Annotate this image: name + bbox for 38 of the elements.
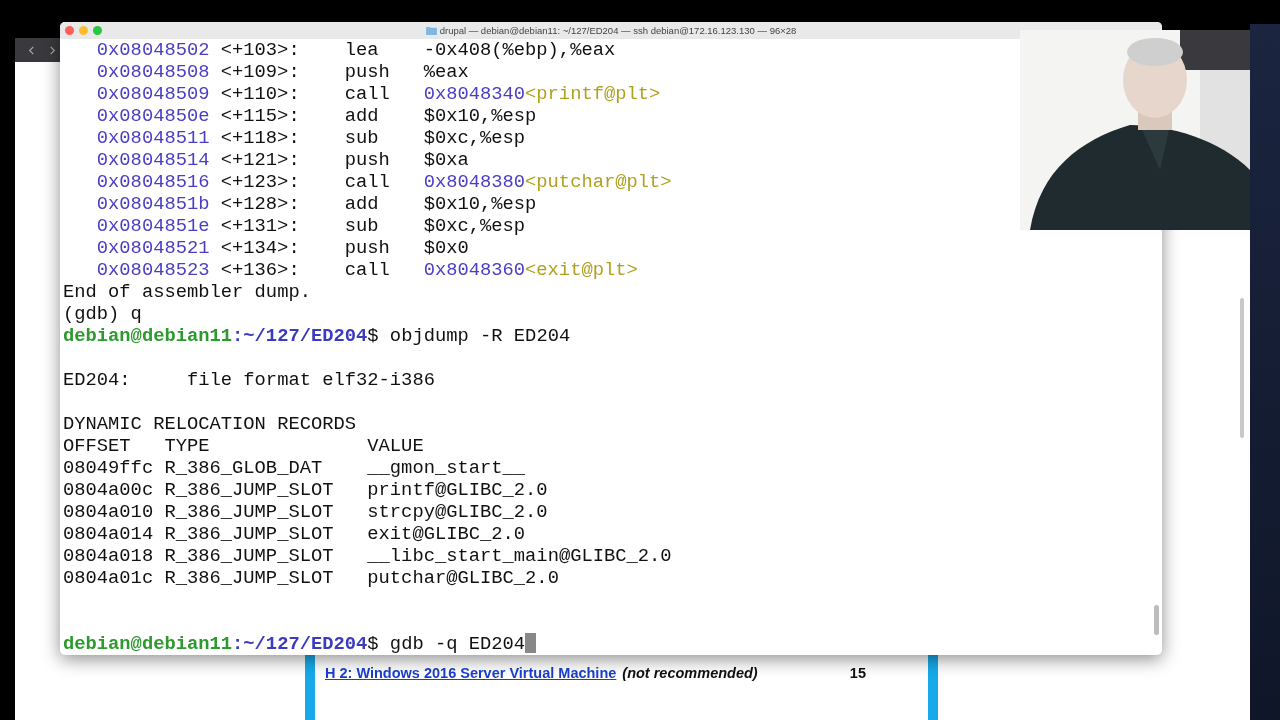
page-number: 15 bbox=[849, 665, 866, 681]
terminal-line: 0x08048514 <+121>: push $0xa bbox=[95, 149, 470, 171]
terminal-line: OFFSET TYPE VALUE bbox=[63, 435, 425, 457]
terminal-line: 0x0804851b <+128>: add $0x10,%esp bbox=[95, 193, 538, 215]
forward-icon[interactable] bbox=[48, 45, 57, 55]
terminal-line: 0x0804850e <+115>: add $0x10,%esp bbox=[95, 105, 538, 127]
heading-link[interactable]: H 2: Windows 2016 Server Virtual Machine bbox=[325, 665, 617, 681]
zoom-button[interactable] bbox=[93, 26, 102, 35]
command-text: gdb -q ED204 bbox=[388, 633, 526, 655]
terminal-line: 0x08048511 <+118>: sub $0xc,%esp bbox=[95, 127, 527, 149]
terminal-line: End of assembler dump. bbox=[63, 281, 312, 303]
terminal-line: 0x08048502 <+103>: lea -0x408(%ebp),%eax bbox=[95, 39, 617, 61]
terminal-line: 0x08048516 <+123>: call 0x8048380<putchar@plt> bbox=[95, 171, 673, 193]
shell-prompt: debian@debian11:~/127/ED204$ bbox=[63, 633, 379, 655]
close-button[interactable] bbox=[65, 26, 74, 35]
terminal-line: 0x0804851e <+131>: sub $0xc,%esp bbox=[95, 215, 527, 237]
terminal-line: 0x08048508 <+109>: push %eax bbox=[95, 61, 470, 83]
folder-icon bbox=[425, 26, 437, 35]
back-icon[interactable] bbox=[27, 45, 36, 55]
terminal-line: DYNAMIC RELOCATION RECORDS bbox=[63, 413, 358, 435]
terminal-line: 08049ffc R_386_GLOB_DAT __gmon_start__ bbox=[63, 457, 527, 479]
terminal-line: ED204: file format elf32-i386 bbox=[63, 369, 436, 391]
window-title: drupal — debian@debian11: ~/127/ED204 — ssh debian@172.16.123.130 — 96×28 bbox=[439, 25, 797, 36]
command-text: objdump -R ED204 bbox=[388, 325, 571, 347]
scrollbar[interactable] bbox=[1154, 605, 1159, 635]
shell-prompt: debian@debian11:~/127/ED204$ bbox=[63, 325, 379, 347]
minimize-button[interactable] bbox=[79, 26, 88, 35]
terminal-line: (gdb) q bbox=[63, 303, 143, 325]
terminal-line: 0804a018 R_386_JUMP_SLOT __libc_start_main@GLIBC_2.0 bbox=[63, 545, 673, 567]
terminal-line: 0804a010 R_386_JUMP_SLOT strcpy@GLIBC_2.0 bbox=[63, 501, 549, 523]
terminal-line: 0804a014 R_386_JUMP_SLOT exit@GLIBC_2.0 bbox=[63, 523, 527, 545]
terminal-line: 0x08048521 <+134>: push $0x0 bbox=[95, 237, 470, 259]
terminal-line: 0804a00c R_386_JUMP_SLOT printf@GLIBC_2.0 bbox=[63, 479, 549, 501]
terminal-line: 0x08048523 <+136>: call 0x8048360<exit@plt> bbox=[95, 259, 639, 281]
scrollbar[interactable] bbox=[1240, 298, 1244, 438]
terminal-line: 0804a01c R_386_JUMP_SLOT putchar@GLIBC_2.0 bbox=[63, 567, 560, 589]
terminal-line: 0x08048509 <+110>: call 0x8048340<printf@plt> bbox=[95, 83, 662, 105]
note-text: (not recommended) bbox=[622, 665, 758, 681]
